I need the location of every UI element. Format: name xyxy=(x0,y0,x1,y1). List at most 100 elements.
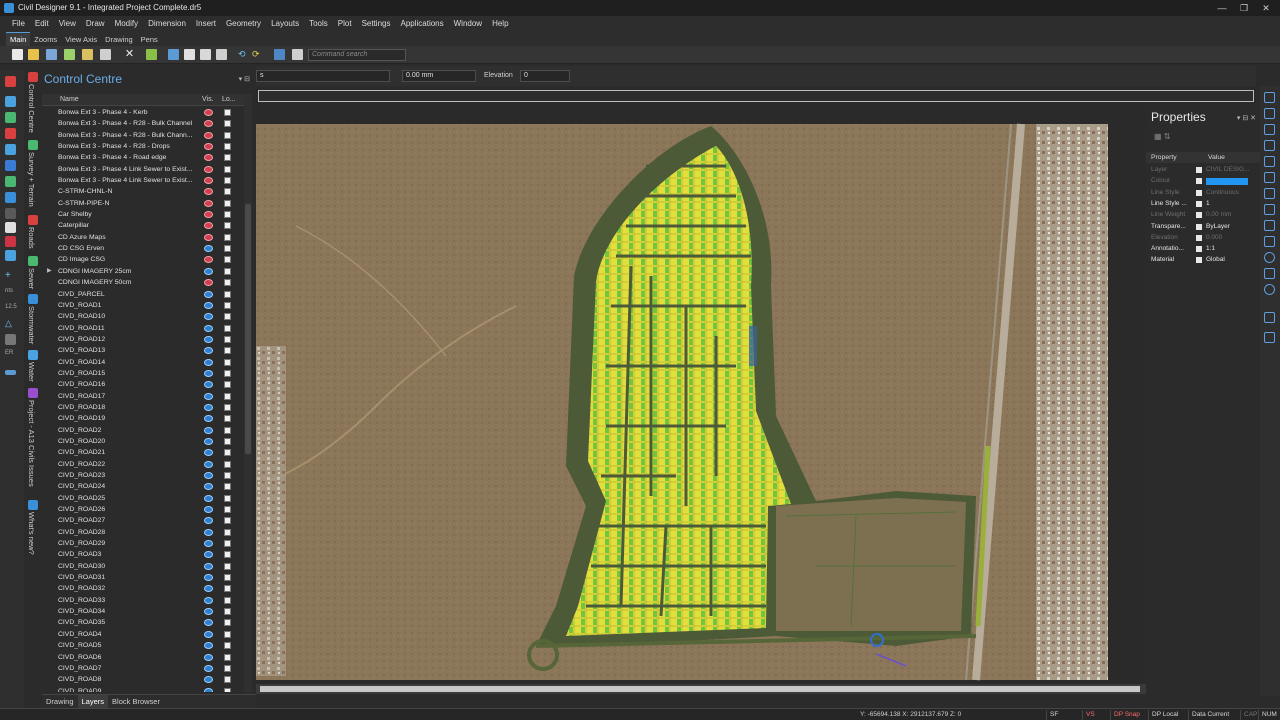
lock-icon[interactable] xyxy=(224,506,231,514)
redo-icon[interactable]: ⟳ xyxy=(252,49,263,60)
layer-row[interactable]: CIVD_ROAD5 xyxy=(42,640,242,651)
visible-eye-icon[interactable] xyxy=(204,403,213,411)
visible-eye-icon[interactable] xyxy=(204,687,213,692)
layer-row[interactable]: CIVD_ROAD26 xyxy=(42,504,242,515)
layer-row[interactable]: CIVD_ROAD14 xyxy=(42,357,242,368)
lock-icon[interactable] xyxy=(224,562,231,570)
property-value[interactable]: 0.000 xyxy=(1206,234,1222,241)
lock-icon[interactable] xyxy=(224,267,231,275)
visible-eye-icon[interactable] xyxy=(204,415,213,423)
lock-icon[interactable] xyxy=(224,608,231,616)
status-toggle-data-current[interactable]: Data Current xyxy=(1188,710,1232,720)
lock-icon[interactable] xyxy=(224,245,231,253)
property-row[interactable]: Annotatio... 1:1 xyxy=(1146,244,1260,255)
hidden-eye-icon[interactable] xyxy=(204,256,213,264)
lock-icon[interactable] xyxy=(224,494,231,502)
layer-row[interactable]: Car Shelby xyxy=(42,209,242,220)
layer-row[interactable]: CIVD_ROAD21 xyxy=(42,447,242,458)
clipboard-icon[interactable] xyxy=(216,49,227,60)
visible-eye-icon[interactable] xyxy=(204,676,213,684)
layer-row[interactable]: CIVD_ROAD19 xyxy=(42,413,242,424)
layer-row[interactable]: Bonwa Ext 3 - Phase 4 - R28 - Drops xyxy=(42,141,242,152)
new-file-icon[interactable] xyxy=(12,49,23,60)
properties-icon[interactable] xyxy=(292,49,303,60)
menu-layouts[interactable]: Layouts xyxy=(266,16,304,32)
drawing-canvas[interactable] xyxy=(256,106,1146,684)
lock-icon[interactable] xyxy=(224,437,231,445)
lock-icon[interactable] xyxy=(224,449,231,457)
menu-tools[interactable]: Tools xyxy=(304,16,333,32)
layer-row[interactable]: CIVD_ROAD34 xyxy=(42,606,242,617)
layer-row[interactable]: CIVD_ROAD17 xyxy=(42,391,242,402)
layer-row[interactable]: CIVD_ROAD9 xyxy=(42,686,242,692)
visible-eye-icon[interactable] xyxy=(204,290,213,298)
vtab-sewer[interactable]: Sewer xyxy=(27,268,36,289)
property-row[interactable]: Line Style ... 1 xyxy=(1146,199,1260,210)
layer-row[interactable]: CIVD_ROAD18 xyxy=(42,402,242,413)
colour-swatch[interactable] xyxy=(1206,178,1248,186)
visible-eye-icon[interactable] xyxy=(204,653,213,661)
lock-icon[interactable] xyxy=(224,165,231,173)
analysis-icon[interactable] xyxy=(5,192,16,203)
hidden-eye-icon[interactable] xyxy=(204,211,213,219)
elevation-input[interactable]: 0 xyxy=(520,70,570,82)
vtab-survey-terrain[interactable]: Survey + Terrain xyxy=(27,152,36,207)
visible-eye-icon[interactable] xyxy=(204,392,213,400)
property-row[interactable]: Transpare... ByLayer xyxy=(1146,222,1260,233)
layer-row[interactable]: CIVD_ROAD22 xyxy=(42,459,242,470)
vtab-whats-new[interactable]: What's new? xyxy=(27,512,36,555)
lock-icon[interactable] xyxy=(224,199,231,207)
terrain-icon[interactable] xyxy=(5,112,16,123)
layer-row[interactable]: C-STRM-PIPE-N xyxy=(42,198,242,209)
lock-icon[interactable] xyxy=(224,528,231,536)
lock-icon[interactable] xyxy=(224,585,231,593)
menu-dimension[interactable]: Dimension xyxy=(143,16,191,32)
vtab-roads[interactable]: Roads xyxy=(27,227,36,249)
save-down-icon[interactable] xyxy=(64,49,75,60)
grid-icon[interactable] xyxy=(5,208,16,219)
layer-row[interactable]: CIVD_ROAD1 xyxy=(42,300,242,311)
section-icon[interactable] xyxy=(5,370,16,375)
triangle-icon[interactable]: △ xyxy=(5,318,16,329)
layer-row[interactable]: Bonwa Ext 3 - Phase 4 - R28 - Bulk Chann… xyxy=(42,130,242,141)
hidden-eye-icon[interactable] xyxy=(204,279,213,287)
property-value[interactable]: 1:1 xyxy=(1206,245,1215,252)
lock-icon[interactable] xyxy=(224,188,231,196)
hidden-eye-icon[interactable] xyxy=(204,222,213,230)
target-icon[interactable] xyxy=(1264,284,1275,295)
layer-row[interactable]: ▶ CDNGI IMAGERY 25cm xyxy=(42,266,242,277)
visible-eye-icon[interactable] xyxy=(204,608,213,616)
visible-eye-icon[interactable] xyxy=(204,301,213,309)
lock-icon[interactable] xyxy=(224,483,231,491)
lock-icon[interactable] xyxy=(224,517,231,525)
scale-icon[interactable]: 12.5 xyxy=(5,304,17,315)
layer-row[interactable]: CIVD_ROAD33 xyxy=(42,595,242,606)
layer-row[interactable]: CIVD_ROAD16 xyxy=(42,379,242,390)
project-icon[interactable] xyxy=(5,76,16,87)
lock-icon[interactable] xyxy=(224,687,231,692)
lock-icon[interactable] xyxy=(224,358,231,366)
status-toggle-vs[interactable]: VS xyxy=(1082,710,1098,720)
layer-row[interactable]: Bonwa Ext 3 - Phase 4 Link Sewer to Exis… xyxy=(42,164,242,175)
properties-options-icon[interactable]: ▾ ⊟ ✕ xyxy=(1237,114,1256,122)
property-row[interactable]: Elevation 0.000 xyxy=(1146,233,1260,244)
property-value[interactable]: Global xyxy=(1206,256,1225,263)
status-toggle-sf[interactable]: SF xyxy=(1046,710,1061,720)
layer-row[interactable]: Bonwa Ext 3 - Phase 4 - Road edge xyxy=(42,152,242,163)
lock-icon[interactable] xyxy=(224,392,231,400)
property-row[interactable]: Line Style Continuous xyxy=(1146,188,1260,199)
property-value[interactable]: ByLayer xyxy=(1206,223,1230,230)
menu-draw[interactable]: Draw xyxy=(81,16,110,32)
layer-row[interactable]: CIVD_ROAD4 xyxy=(42,629,242,640)
menu-applications[interactable]: Applications xyxy=(395,16,448,32)
lock-icon[interactable] xyxy=(224,596,231,604)
curve-icon[interactable] xyxy=(1264,124,1275,135)
move-icon[interactable] xyxy=(168,49,179,60)
menu-geometry[interactable]: Geometry xyxy=(221,16,266,32)
status-toggle-dp-snap[interactable]: DP Snap xyxy=(1110,710,1143,720)
menu-window[interactable]: Window xyxy=(449,16,487,32)
layer-row[interactable]: CIVD_ROAD3 xyxy=(42,549,242,560)
stormwater-icon[interactable] xyxy=(5,160,16,171)
visible-eye-icon[interactable] xyxy=(204,335,213,343)
er-icon[interactable]: ER xyxy=(5,350,16,361)
